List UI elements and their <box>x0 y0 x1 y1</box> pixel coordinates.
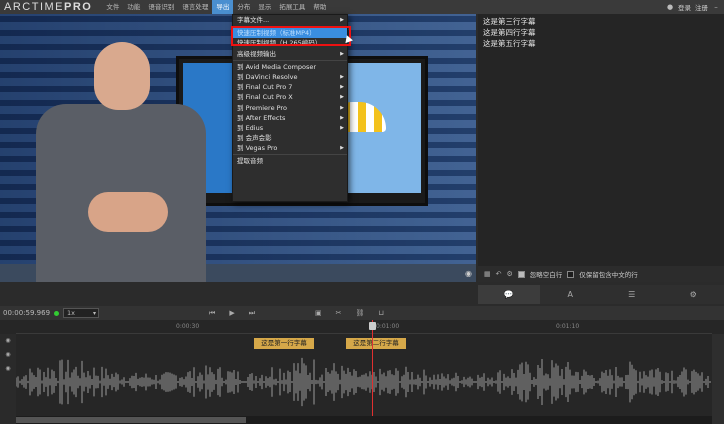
snapshot-icon[interactable]: ▣ <box>315 309 322 317</box>
menu-language-processing[interactable]: 语言处理 <box>178 0 212 14</box>
app-logo: ARCTIME PRO <box>0 1 102 13</box>
timeline[interactable]: ◉ ◉ ◉ 0:00:30 0:01:00 0:01:10 这是第一行字幕 这是… <box>0 320 724 424</box>
next-icon[interactable]: ⏭ <box>249 309 255 318</box>
audio-waveform[interactable] <box>16 352 712 412</box>
menu-item-fcp7[interactable]: 到 Final Cut Pro 7 ▶ <box>233 82 347 92</box>
login-link[interactable]: 登录 <box>678 2 691 12</box>
link-icon[interactable]: ⛓ <box>356 309 365 317</box>
subtitle-block[interactable]: 这是第二行字幕 <box>346 338 406 349</box>
menu-bar: ARCTIME PRO 文件 功能 语音识别 语言处理 导出 分布 显示 拓展工… <box>0 0 724 14</box>
time-ruler[interactable]: 0:00:30 0:01:00 0:01:10 <box>16 320 712 334</box>
menu-item-advanced-output[interactable]: 高级视频输出 ▶ <box>233 49 347 59</box>
eye-icon[interactable]: ◉ <box>0 362 16 376</box>
menu-distribute[interactable]: 分布 <box>233 0 254 14</box>
subtitle-line[interactable]: 这是第四行字幕 <box>478 27 724 38</box>
ignore-empty-label: 忽略空白行 <box>529 271 563 279</box>
submenu-arrow-icon: ▶ <box>340 145 344 152</box>
settings-icon[interactable]: ⚙ <box>507 270 513 278</box>
logo-text-pro: PRO <box>64 1 93 13</box>
play-icon[interactable]: ▶ <box>229 309 234 317</box>
playback-speed-select[interactable]: 1x <box>63 308 99 318</box>
eye-icon[interactable]: ◉ <box>0 334 16 348</box>
menu-function[interactable]: 功能 <box>123 0 144 14</box>
visibility-icon[interactable]: ◉ <box>465 269 472 278</box>
tab-chat-icon[interactable]: 💬 <box>478 285 540 304</box>
grid-icon[interactable]: ▦ <box>484 270 491 278</box>
magnet-icon[interactable]: ⊔ <box>378 309 383 317</box>
menu-item-davinci[interactable]: 到 DaVinci Resolve ▶ <box>233 72 347 82</box>
submenu-arrow-icon: ▶ <box>340 104 344 111</box>
undo-icon[interactable]: ↶ <box>496 270 502 278</box>
tab-gear-icon[interactable]: ⚙ <box>663 285 724 304</box>
keep-chinese-checkbox[interactable] <box>567 270 575 278</box>
submenu-arrow-icon: ▶ <box>340 84 344 91</box>
submenu-arrow-icon: ▶ <box>340 94 344 101</box>
logo-text-arctime: ARCTIME <box>4 1 64 13</box>
playhead-handle[interactable] <box>369 322 376 330</box>
submenu-arrow-icon: ▶ <box>340 17 344 23</box>
tick-label: 0:01:10 <box>556 323 580 330</box>
vertical-scrollbar[interactable] <box>712 334 724 424</box>
playhead[interactable] <box>372 320 373 424</box>
subtitle-line[interactable]: 这是第五行字幕 <box>478 38 724 49</box>
menu-speech-recognition[interactable]: 语音识别 <box>144 0 178 14</box>
menu-item-after-effects[interactable]: 到 After Effects ▶ <box>233 113 347 123</box>
menu-extension-tools[interactable]: 拓展工具 <box>275 0 309 14</box>
keep-chinese-label: 仅保留包含中文的行 <box>579 271 638 279</box>
scrollbar-thumb[interactable] <box>16 417 246 423</box>
timecode-display: 00:00:59.969 <box>3 309 51 317</box>
submenu-arrow-icon: ▶ <box>340 73 344 80</box>
menu-item-huishengyingying[interactable]: 到 会声会影 <box>233 133 347 143</box>
submenu-arrow-icon: ▶ <box>340 114 344 121</box>
presenter-figure <box>36 42 206 282</box>
account-area: ● 登录 注册 – <box>666 2 724 12</box>
menu-item-premiere[interactable]: 到 Premiere Pro ▶ <box>233 103 347 113</box>
menu-item-avid[interactable]: 到 Avid Media Composer <box>233 62 347 72</box>
prev-icon[interactable]: ⏮ <box>209 309 215 318</box>
subtitle-options-bar: ▦ ↶ ⚙ 忽略空白行 仅保留包含中文的行 <box>478 266 724 282</box>
menu-export[interactable]: 导出 <box>212 0 234 14</box>
menu-display[interactable]: 显示 <box>254 0 275 14</box>
tab-font-icon[interactable]: A <box>540 285 602 304</box>
ignore-empty-checkbox[interactable] <box>517 270 525 278</box>
submenu-arrow-icon: ▶ <box>340 50 344 57</box>
subtitle-text-panel[interactable]: 这是第三行字幕 这是第四行字幕 这是第五行字幕 ▦ ↶ ⚙ 忽略空白行 仅保留包… <box>478 14 724 282</box>
menu-item-extract-audio[interactable]: 提取音频 <box>233 156 347 166</box>
menu-item-vegas[interactable]: 到 Vegas Pro ▶ <box>233 143 347 153</box>
eye-icon[interactable]: ◉ <box>0 348 16 362</box>
menu-file[interactable]: 文件 <box>102 0 123 14</box>
transport-bar: 00:00:59.969 1x ⏮ ▶ ⏭ ▣ ✂ ⛓ ⊔ <box>0 306 724 320</box>
menu-help[interactable]: 帮助 <box>309 0 330 14</box>
highlight-annotation-box <box>231 26 351 46</box>
tick-label: 0:00:30 <box>176 323 200 330</box>
track-controls: ◉ ◉ ◉ <box>0 334 16 424</box>
tick-label: 0:01:00 <box>376 323 400 330</box>
split-icon[interactable]: ✂ <box>336 309 342 317</box>
status-dot <box>54 310 59 316</box>
horizontal-scrollbar[interactable] <box>16 416 712 424</box>
user-icon: ● <box>666 3 674 11</box>
app-window: ARCTIME PRO 文件 功能 语音识别 语言处理 导出 分布 显示 拓展工… <box>0 0 724 424</box>
register-link[interactable]: 注册 <box>695 2 708 12</box>
menu-item-fcpx[interactable]: 到 Final Cut Pro X ▶ <box>233 92 347 102</box>
menu-item-subtitle-file[interactable]: 字幕文件... ▶ <box>233 15 347 25</box>
minimize-icon[interactable]: – <box>712 3 720 11</box>
tab-list-icon[interactable]: ☰ <box>601 285 663 304</box>
subtitle-block[interactable]: 这是第一行字幕 <box>254 338 314 349</box>
subtitle-line[interactable]: 这是第三行字幕 <box>478 16 724 27</box>
menu-item-edius[interactable]: 到 Edius ▶ <box>233 123 347 133</box>
right-panel-tabs: 💬 A ☰ ⚙ <box>478 285 724 304</box>
submenu-arrow-icon: ▶ <box>340 124 344 131</box>
